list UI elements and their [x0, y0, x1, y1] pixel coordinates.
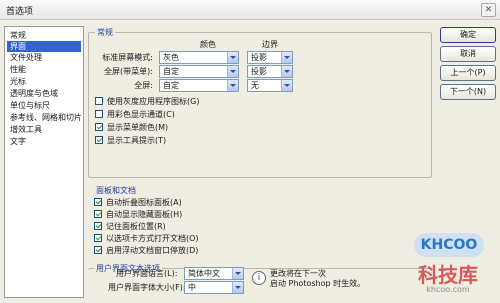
auto-collapse-label: 自动折叠图标面板(A): [106, 198, 182, 207]
chevron-down-icon: [227, 80, 238, 91]
tooltips-label: 显示工具提示(T): [107, 136, 167, 145]
previous-button[interactable]: 上一个(P): [440, 65, 496, 81]
nav-item-interface[interactable]: 界面: [7, 41, 81, 52]
nav-item-file-handling[interactable]: 文件处理: [7, 52, 45, 63]
language-select[interactable]: 简体中文: [184, 267, 244, 280]
preferences-panel: 常规 颜色 边界 标准屏幕模式: 灰色 投影 全屏(带菜单): 自定 投影 全屏…: [88, 26, 434, 298]
panels-group: 面板和文档 自动折叠图标面板(A) 自动显示隐藏面板(H) 记住面板位置(R) …: [88, 185, 432, 259]
next-button[interactable]: 下一个(N): [440, 84, 496, 100]
standard-border-select[interactable]: 投影: [247, 51, 293, 64]
fullscreen-menu-color-select[interactable]: 自定: [159, 65, 239, 78]
chevron-down-icon: [281, 66, 292, 77]
title-bar: 首选项 ✕: [0, 0, 500, 20]
fullscreen-menu-border-select[interactable]: 投影: [247, 65, 293, 78]
fullscreen-color-select[interactable]: 自定: [159, 79, 239, 92]
color-column-header: 颜色: [200, 40, 216, 49]
language-value: 简体中文: [188, 269, 220, 278]
menu-colors-checkbox[interactable]: [95, 123, 103, 131]
general-group-title: 常规: [95, 27, 115, 38]
watermark-name: 科技库: [418, 263, 478, 287]
fullscreen-border-value: 无: [251, 81, 259, 90]
standard-color-value: 灰色: [163, 53, 179, 62]
watermark-logo: KHCOO: [414, 233, 484, 257]
grayscale-icon-label: 使用灰度应用程序图标(G): [107, 97, 200, 106]
nav-item-performance[interactable]: 性能: [7, 64, 29, 75]
fullscreen-label: 全屏:: [134, 81, 153, 90]
standard-border-value: 投影: [251, 53, 267, 62]
close-button[interactable]: ✕: [481, 3, 496, 17]
fullscreen-color-value: 自定: [163, 81, 179, 90]
standard-color-select[interactable]: 灰色: [159, 51, 239, 64]
menu-colors-label: 显示菜单颜色(M): [107, 123, 169, 132]
nav-item-cursors[interactable]: 光标: [7, 76, 29, 87]
chevron-down-icon: [232, 268, 243, 279]
font-size-select[interactable]: 中: [184, 281, 244, 294]
cancel-button[interactable]: 取消: [440, 46, 496, 62]
chevron-down-icon: [227, 66, 238, 77]
open-as-tabs-label: 以选项卡方式打开文档(O): [106, 234, 199, 243]
color-channels-label: 用彩色显示通道(C): [107, 110, 175, 119]
nav-item-general[interactable]: 常规: [7, 30, 29, 41]
nav-item-guides[interactable]: 参考线、网格和切片: [7, 112, 85, 123]
category-list: 常规 界面 文件处理 性能 光标 透明度与色域 单位与标尺 参考线、网格和切片 …: [4, 26, 84, 298]
nav-item-transparency[interactable]: 透明度与色域: [7, 88, 61, 99]
tooltips-checkbox[interactable]: [95, 136, 103, 144]
open-as-tabs-checkbox[interactable]: [94, 234, 102, 242]
window-title: 首选项: [6, 7, 34, 17]
chevron-down-icon: [232, 282, 243, 293]
language-label: 用户界面语言(L):: [116, 269, 178, 278]
floating-dock-label: 启用浮动文档窗口停放(D): [106, 246, 199, 255]
ok-button[interactable]: 确定: [440, 27, 496, 43]
nav-item-type[interactable]: 文字: [7, 136, 29, 147]
auto-show-checkbox[interactable]: [94, 210, 102, 218]
watermark: KHCOO 科技库 khcoo.com: [402, 233, 494, 297]
watermark-url: khcoo.com: [426, 285, 470, 294]
panels-group-title: 面板和文档: [94, 185, 138, 196]
fullscreen-border-select[interactable]: 无: [247, 79, 293, 92]
auto-collapse-checkbox[interactable]: [94, 198, 102, 206]
fullscreen-menu-border-value: 投影: [251, 67, 267, 76]
nav-item-plugins[interactable]: 增效工具: [7, 124, 45, 135]
standard-mode-label: 标准屏幕模式:: [102, 53, 153, 62]
font-size-value: 中: [188, 283, 196, 292]
chevron-down-icon: [227, 52, 238, 63]
chevron-down-icon: [281, 80, 292, 91]
remember-position-checkbox[interactable]: [94, 222, 102, 230]
grayscale-icon-checkbox[interactable]: [95, 97, 103, 105]
ui-text-group: 用户界面文本选项 用户界面语言(L): 简体中文 用户界面字体大小(F): 中 …: [88, 263, 432, 298]
fullscreen-menu-label: 全屏(带菜单):: [104, 67, 153, 76]
fullscreen-menu-color-value: 自定: [163, 67, 179, 76]
chevron-down-icon: [281, 52, 292, 63]
border-column-header: 边界: [262, 40, 278, 49]
floating-dock-checkbox[interactable]: [94, 246, 102, 254]
info-icon: i: [252, 271, 266, 285]
general-group: 常规 颜色 边界 标准屏幕模式: 灰色 投影 全屏(带菜单): 自定 投影 全屏…: [88, 27, 432, 178]
nav-item-units[interactable]: 单位与标尺: [7, 100, 53, 111]
auto-show-label: 自动显示隐藏面板(H): [106, 210, 183, 219]
font-size-label: 用户界面字体大小(F):: [108, 283, 186, 292]
remember-position-label: 记住面板位置(R): [106, 222, 166, 231]
color-channels-checkbox[interactable]: [95, 110, 103, 118]
restart-note-line2: 启动 Photoshop 时生效。: [270, 279, 366, 288]
